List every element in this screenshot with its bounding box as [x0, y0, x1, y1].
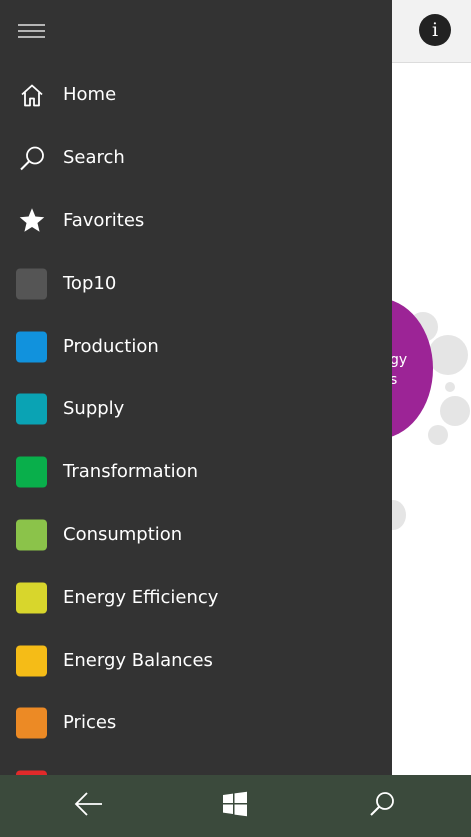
nav-item-top10[interactable]: Top10 — [0, 252, 392, 315]
nav-item-production[interactable]: Production — [0, 315, 392, 378]
category-color-swatch — [16, 456, 47, 488]
swatch-icon — [16, 393, 47, 425]
search-icon — [16, 143, 47, 174]
back-arrow-icon — [74, 791, 104, 821]
nav-label: Home — [63, 84, 117, 106]
swatch-icon — [16, 456, 47, 488]
nav-label: Top10 — [63, 272, 117, 294]
nav-list: Home Search Favorites Top10 Production S… — [0, 64, 392, 775]
category-color-swatch — [16, 331, 47, 363]
back-button[interactable] — [74, 791, 104, 821]
category-color-swatch — [16, 268, 47, 300]
hamburger-menu-icon[interactable] — [18, 24, 45, 42]
nav-label: Favorites — [63, 210, 145, 232]
nav-label: Transformation — [63, 461, 199, 483]
windows-logo-icon — [222, 791, 248, 821]
nav-item-energy-balances[interactable]: Energy Balances — [0, 629, 392, 692]
nav-item-transformation[interactable]: Transformation — [0, 441, 392, 504]
nav-label: Prices — [63, 712, 117, 734]
bubble-decoration — [428, 335, 468, 375]
bubble-decoration — [445, 382, 455, 392]
swatch-icon — [16, 645, 47, 677]
swatch-icon — [16, 519, 47, 551]
bubble-decoration — [428, 425, 448, 445]
nav-item-search[interactable]: Search — [0, 127, 392, 190]
nav-item-prices[interactable]: Prices — [0, 692, 392, 755]
category-color-swatch — [16, 707, 47, 739]
nav-label: Consumption — [63, 524, 183, 546]
home-icon — [16, 80, 47, 111]
nav-item-home[interactable]: Home — [0, 64, 392, 127]
nav-item-energy-efficiency[interactable]: Energy Efficiency — [0, 566, 392, 629]
start-button[interactable] — [220, 791, 250, 821]
navigation-drawer: Home Search Favorites Top10 Production S… — [0, 0, 392, 775]
nav-label: Search — [63, 147, 125, 169]
system-nav-bar — [0, 775, 471, 837]
nav-item-consumption[interactable]: Consumption — [0, 504, 392, 567]
nav-item-favorites[interactable]: Favorites — [0, 190, 392, 253]
swatch-icon — [16, 707, 47, 739]
nav-label: Supply — [63, 398, 125, 420]
swatch-icon — [16, 331, 47, 363]
info-button[interactable]: i — [419, 14, 451, 46]
category-color-swatch — [16, 519, 47, 551]
category-color-swatch — [16, 393, 47, 425]
nav-item-supply[interactable]: Supply — [0, 378, 392, 441]
nav-item-partial[interactable] — [0, 755, 392, 775]
category-color-swatch — [16, 582, 47, 614]
system-search-button[interactable] — [367, 791, 397, 821]
star-icon — [16, 205, 47, 236]
nav-label: Production — [63, 335, 159, 357]
swatch-icon — [16, 268, 47, 300]
swatch-icon — [16, 582, 47, 614]
bubble-decoration — [440, 396, 470, 426]
bubble-label-line1: gy — [390, 352, 408, 368]
nav-label: Energy Efficiency — [63, 586, 219, 608]
nav-label: Energy Balances — [63, 649, 213, 671]
search-icon — [368, 790, 396, 822]
category-color-swatch — [16, 645, 47, 677]
